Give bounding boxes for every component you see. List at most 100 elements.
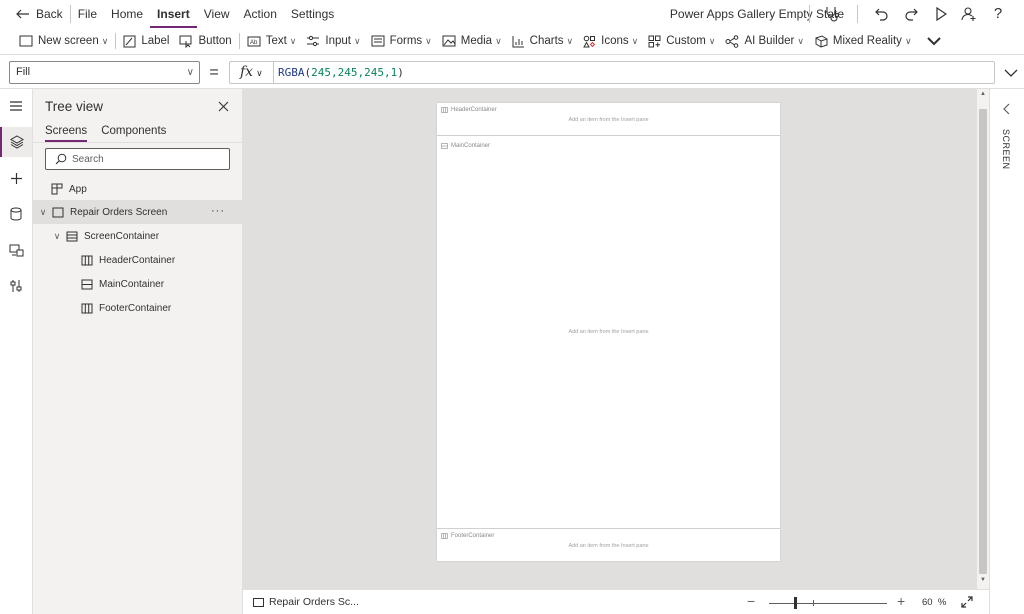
icons-button[interactable]: Icons ∨	[578, 28, 643, 55]
vertical-container-icon	[81, 279, 93, 289]
tree-node-label: ScreenContainer	[84, 230, 160, 242]
scroll-up-icon[interactable]: ▲	[980, 91, 986, 97]
formula-bar: Fill ∨ = fx ∨ RGBA(245,245,245,1)	[0, 55, 1024, 89]
media-devices-icon[interactable]	[0, 235, 32, 265]
scrollbar-thumb[interactable]	[979, 109, 987, 574]
mixed-reality-button[interactable]: Mixed Reality ∨	[809, 28, 917, 55]
share-user-icon[interactable]	[960, 5, 978, 23]
fx-button[interactable]: fx ∨	[229, 61, 273, 84]
chevron-down-icon: ∨	[101, 35, 109, 46]
media-icon	[442, 35, 456, 47]
redo-icon[interactable]	[902, 5, 920, 23]
screen-properties-tab[interactable]: SCREEN	[1001, 129, 1011, 170]
hamburger-menu-icon[interactable]	[0, 91, 32, 121]
zoom-value: 60	[922, 597, 933, 608]
charts-icon	[512, 35, 524, 47]
icons-label: Icons	[601, 35, 629, 47]
button-icon	[179, 35, 192, 48]
chevron-left-icon[interactable]	[1002, 103, 1010, 118]
text-button[interactable]: Ab Text ∨	[242, 28, 302, 55]
menu-settings[interactable]: Settings	[284, 0, 341, 28]
data-cylinder-icon[interactable]	[0, 199, 32, 229]
new-screen-button[interactable]: New screen ∨	[14, 28, 113, 55]
horizontal-container-icon	[441, 107, 448, 113]
zoom-slider[interactable]	[769, 597, 887, 609]
mixed-reality-label: Mixed Reality	[832, 35, 902, 47]
zoom-slider-thumb[interactable]	[794, 597, 797, 609]
tree-node-app[interactable]: App	[33, 177, 242, 201]
tree-node-screen-container[interactable]: ∨ ScreenContainer	[33, 224, 242, 248]
screen-icon	[52, 207, 64, 217]
tab-screens[interactable]: Screens	[45, 125, 88, 142]
media-button[interactable]: Media ∨	[437, 28, 507, 55]
tab-components[interactable]: Components	[101, 125, 166, 142]
ribbon-divider	[238, 33, 240, 49]
button-label: Button	[198, 35, 232, 47]
menu-file[interactable]: File	[71, 0, 104, 28]
chevron-down-icon: ∨	[566, 35, 574, 46]
vertical-container-icon	[441, 143, 448, 149]
tree-node-main-container[interactable]: MainContainer	[33, 272, 242, 296]
fx-icon: fx	[240, 64, 254, 80]
footer-container-preview[interactable]: FooterContainer Add an item from the Ins…	[437, 528, 780, 561]
chevron-down-icon: ∨	[797, 35, 804, 46]
help-icon[interactable]: ?	[989, 4, 1007, 22]
zoom-in-button[interactable]: +	[897, 593, 905, 609]
formula-input[interactable]: RGBA(245,245,245,1)	[273, 61, 995, 84]
ai-builder-button[interactable]: AI Builder ∨	[720, 28, 808, 55]
design-canvas[interactable]: HeaderContainer Add an item from the Ins…	[243, 89, 977, 589]
search-input[interactable]	[72, 151, 222, 167]
insert-ribbon: New screen ∨ Label Button Ab Text ∨ Input ∨…	[0, 28, 1024, 55]
input-button[interactable]: Input ∨	[301, 28, 365, 55]
tree-view-layers-icon[interactable]	[0, 127, 32, 157]
app-icon	[51, 183, 63, 195]
property-dropdown[interactable]: Fill ∨	[9, 61, 200, 84]
zoom-percentage: 60 %	[922, 597, 946, 608]
formula-arguments: 245,245,245,1	[311, 66, 398, 79]
menu-insert[interactable]: Insert	[150, 2, 197, 28]
close-icon[interactable]	[216, 99, 230, 113]
back-button[interactable]: Back	[0, 0, 70, 28]
ribbon-overflow-button[interactable]	[917, 28, 951, 55]
insert-plus-icon[interactable]	[0, 163, 32, 193]
tree-node-header-container[interactable]: HeaderContainer	[33, 248, 242, 272]
tree-node-label: App	[69, 183, 87, 195]
undo-icon[interactable]	[873, 5, 891, 23]
app-checker-icon[interactable]	[823, 5, 841, 23]
current-screen-selector[interactable]: Repair Orders Sc...	[253, 596, 359, 608]
button-button[interactable]: Button	[174, 28, 236, 55]
new-screen-icon	[19, 35, 33, 47]
forms-button[interactable]: Forms ∨	[366, 28, 437, 55]
properties-panel-collapsed: SCREEN	[989, 89, 1024, 614]
custom-button[interactable]: Custom ∨	[643, 28, 720, 55]
play-icon[interactable]	[932, 5, 950, 23]
new-screen-label: New screen	[38, 35, 99, 47]
tree-node-repair-orders-screen[interactable]: ∨ Repair Orders Screen ···	[33, 200, 242, 224]
menu-home[interactable]: Home	[104, 0, 150, 28]
tree-node-label: Repair Orders Screen	[70, 206, 168, 218]
more-options-icon[interactable]: ···	[211, 205, 225, 217]
label-button[interactable]: Label	[118, 28, 174, 55]
forms-label: Forms	[389, 35, 423, 47]
zoom-unit: %	[937, 597, 947, 608]
chevron-down-icon: ∨	[425, 35, 432, 46]
menu-action[interactable]: Action	[237, 0, 284, 28]
label-icon	[123, 35, 136, 47]
expand-formula-icon[interactable]	[1003, 65, 1019, 81]
header-container-label: HeaderContainer	[451, 107, 497, 113]
chevron-down-icon: ∨	[39, 206, 47, 217]
zoom-out-button[interactable]: −	[747, 593, 755, 609]
scroll-down-icon[interactable]: ▼	[980, 577, 986, 583]
icons-icon	[583, 35, 596, 47]
advanced-tools-icon[interactable]	[0, 271, 32, 301]
header-container-preview[interactable]: HeaderContainer Add an item from the Ins…	[437, 103, 780, 136]
menu-bar: Back File Home Insert View Action Settin…	[0, 0, 1024, 28]
canvas-vertical-scrollbar[interactable]: ▲ ▼	[977, 89, 989, 589]
empty-container-hint: Add an item from the Insert pane	[568, 543, 649, 549]
screen-preview[interactable]: HeaderContainer Add an item from the Ins…	[437, 103, 780, 561]
charts-button[interactable]: Charts ∨	[507, 28, 578, 55]
tree-node-footer-container[interactable]: FooterContainer	[33, 296, 242, 320]
media-label: Media	[460, 35, 493, 47]
fit-to-window-icon[interactable]	[961, 596, 973, 611]
menu-view[interactable]: View	[197, 0, 237, 28]
